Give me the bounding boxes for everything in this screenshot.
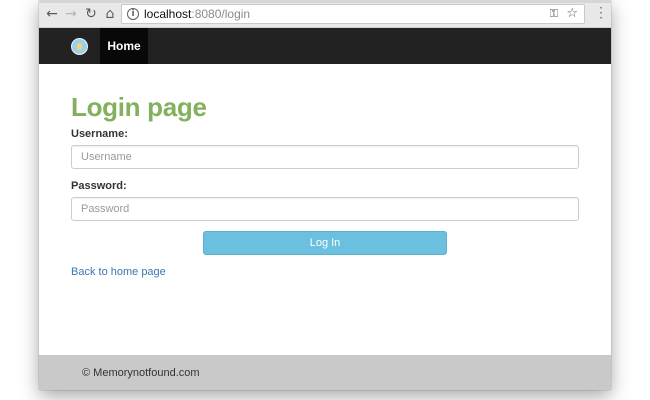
browser-window: ← → ↻ ⌂ i localhost:8080/login ⚿ ☆ · · · H… [39,0,611,390]
tab-strip-edge [39,0,611,3]
url-host: localhost [144,7,192,21]
nav-home-link[interactable]: Home [100,28,148,64]
back-to-home-link[interactable]: Back to home page [71,266,166,278]
brand-logo-icon[interactable] [71,38,88,55]
browser-toolbar: ← → ↻ ⌂ i localhost:8080/login ⚿ ☆ · · · [39,0,611,28]
site-footer: © Memorynotfound.com [39,355,611,390]
forward-arrow-icon[interactable]: → [63,5,79,23]
reload-icon[interactable]: ↻ [83,5,99,23]
key-icon[interactable]: ⚿ [550,7,558,21]
footer-copyright: © Memorynotfound.com [82,367,200,379]
back-arrow-icon[interactable]: ← [44,5,60,23]
page-title: Login page [71,92,207,122]
login-button[interactable]: Log In [203,231,447,255]
home-icon[interactable]: ⌂ [102,5,118,23]
username-label: Username: [71,128,128,140]
username-input[interactable] [71,145,579,169]
info-icon[interactable]: i [127,8,139,20]
kebab-menu-icon[interactable]: · · · [599,2,603,24]
password-input[interactable] [71,197,579,221]
site-navbar: Home [39,28,611,64]
url-path: :8080/login [191,7,251,21]
password-label: Password: [71,180,127,192]
url-text[interactable]: localhost:8080/login [144,7,250,22]
bookmark-star-icon[interactable]: ☆ [566,6,578,21]
address-bar[interactable]: i localhost:8080/login ⚿ ☆ [121,4,585,24]
